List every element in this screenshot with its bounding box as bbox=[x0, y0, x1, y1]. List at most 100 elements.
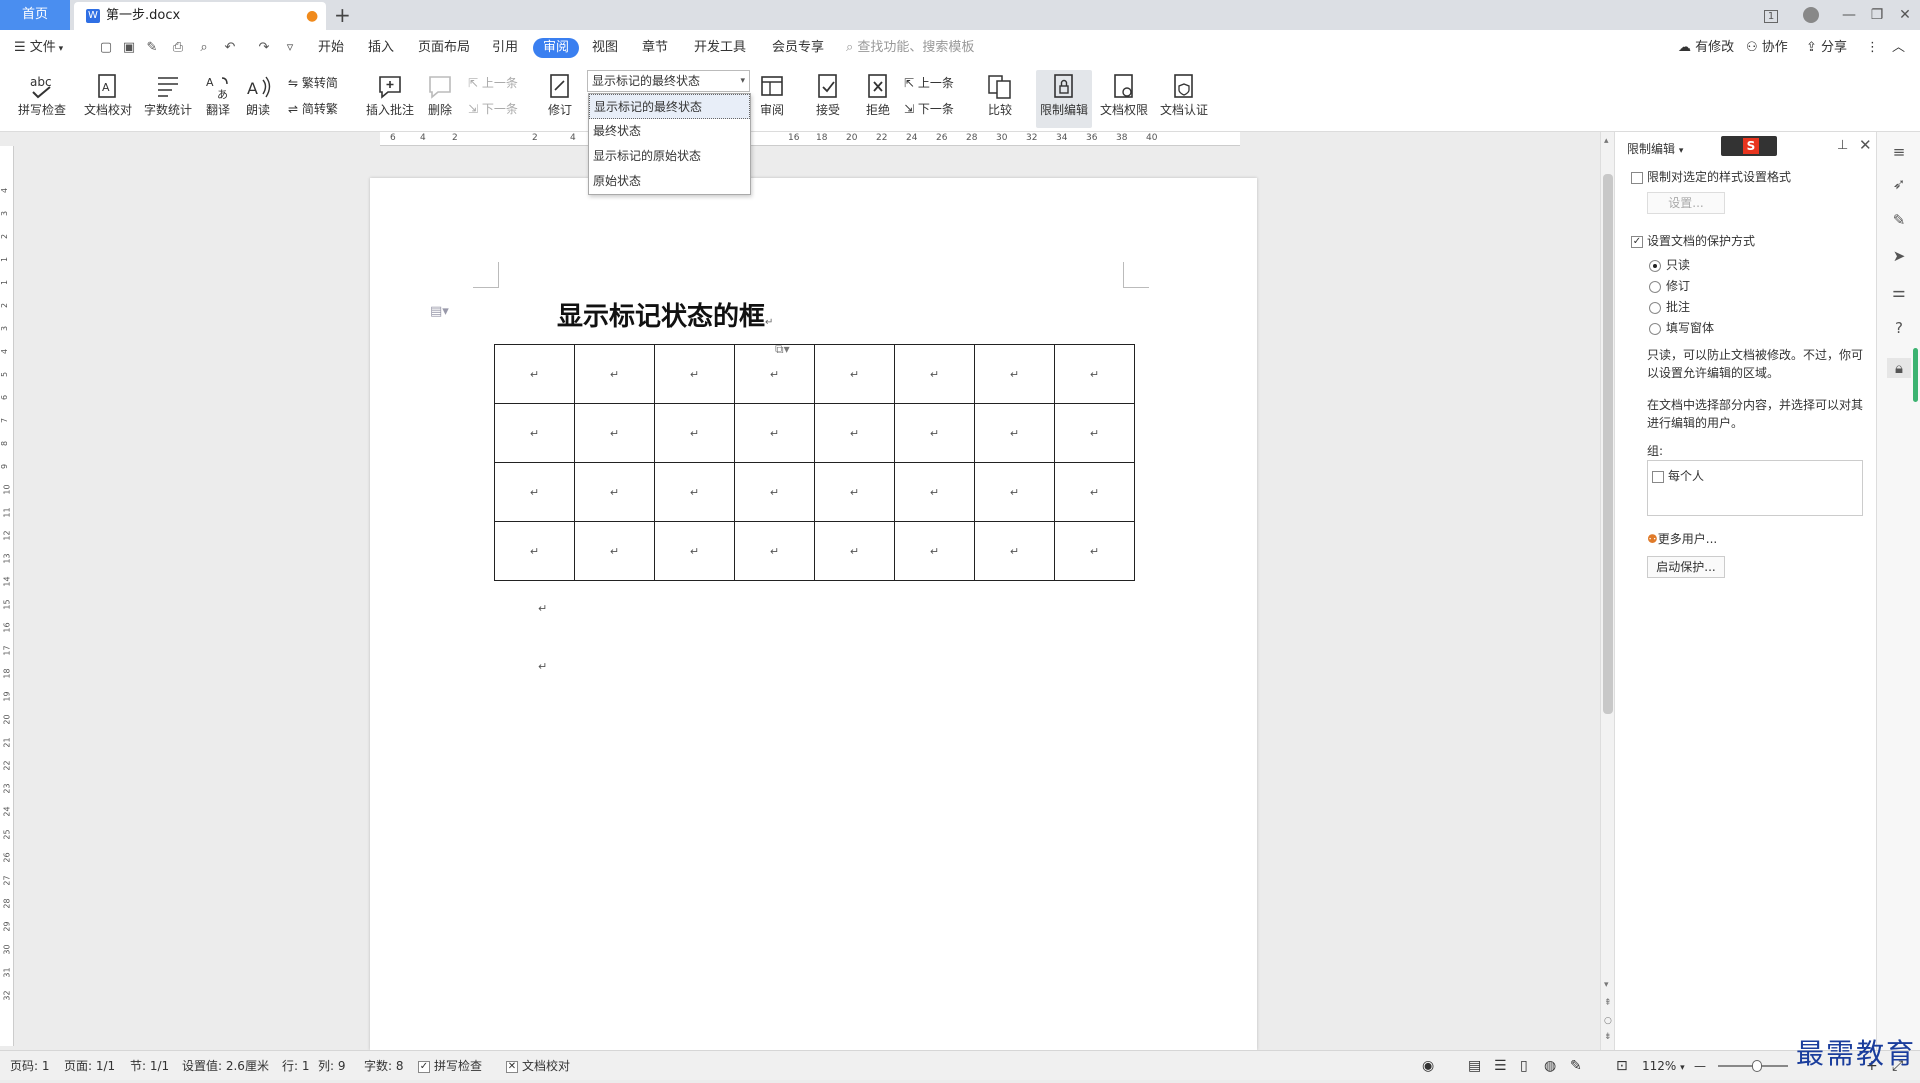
save-icon[interactable]: ▣ bbox=[121, 40, 137, 56]
restrict-edit-button[interactable]: 限制编辑 bbox=[1036, 70, 1092, 128]
reject-button[interactable]: 拒绝 bbox=[858, 70, 898, 128]
prev-page-icon[interactable]: ⇞ bbox=[1604, 998, 1612, 1008]
review-pane-button[interactable]: 审阅 bbox=[752, 70, 792, 128]
status-option-original-markup[interactable]: 显示标记的原始状态 bbox=[589, 144, 750, 169]
input-method-toolbar[interactable]: S bbox=[1721, 136, 1777, 156]
more-icon[interactable]: ⋮ bbox=[1866, 30, 1879, 66]
next-page-icon[interactable]: ⇟ bbox=[1604, 1032, 1612, 1042]
zoom-slider-handle[interactable] bbox=[1751, 1060, 1762, 1072]
table-cell[interactable]: ↵ bbox=[734, 462, 815, 522]
table-cell[interactable]: ↵ bbox=[894, 521, 975, 581]
pen-icon[interactable]: ✎ bbox=[1889, 210, 1909, 230]
has-changes-button[interactable]: ☁ 有修改 bbox=[1678, 30, 1734, 66]
doc-check-status[interactable]: ✕ 文档校对 bbox=[506, 1051, 570, 1081]
status-option-final-markup[interactable]: 显示标记的最终状态 bbox=[589, 94, 750, 119]
zoom-select[interactable]: 112% ▾ bbox=[1642, 1051, 1685, 1083]
table-cell[interactable]: ↵ bbox=[574, 403, 655, 463]
browse-object-icon[interactable]: ○ bbox=[1604, 1016, 1612, 1026]
new-doc-icon[interactable]: ▢ bbox=[98, 40, 114, 56]
vertical-scrollbar[interactable]: ▴ ▾ ⇞ ○ ⇟ bbox=[1600, 132, 1614, 1050]
markup-status-select[interactable]: 显示标记的最终状态 ▾ bbox=[587, 70, 750, 92]
prev-comment-button[interactable]: ⇱ 上一条 bbox=[468, 72, 518, 94]
next-comment-button[interactable]: ⇲ 下一条 bbox=[468, 98, 518, 120]
table-cell[interactable]: ↵ bbox=[1054, 521, 1135, 581]
menu-member[interactable]: 会员专享 bbox=[772, 30, 824, 66]
compare-button[interactable]: 比较 bbox=[980, 70, 1020, 128]
table-cell[interactable]: ↵ bbox=[974, 521, 1055, 581]
menu-developer[interactable]: 开发工具 bbox=[694, 30, 746, 66]
trad-to-simp-button[interactable]: ⇋ 繁转简 bbox=[288, 72, 338, 94]
doc-certify-button[interactable]: 文档认证 bbox=[1156, 70, 1212, 128]
table-cell[interactable]: ↵ bbox=[734, 403, 815, 463]
web-view-icon[interactable]: ◍ bbox=[1544, 1051, 1556, 1081]
start-protect-button[interactable]: 启动保护... bbox=[1647, 556, 1725, 578]
table-cell[interactable]: ↵ bbox=[654, 521, 735, 581]
table-cell[interactable]: ↵ bbox=[974, 462, 1055, 522]
table-cell[interactable]: ↵ bbox=[974, 344, 1055, 404]
menu-lines-icon[interactable]: ≡ bbox=[1889, 142, 1909, 162]
search-box[interactable]: ⌕ 查找功能、搜索模板 bbox=[846, 30, 974, 66]
protect-checkbox[interactable]: ✓ bbox=[1631, 235, 1643, 248]
page-view-icon[interactable]: ▤ bbox=[1468, 1051, 1481, 1081]
table-cell[interactable]: ↵ bbox=[494, 521, 575, 581]
close-icon[interactable]: ✕ bbox=[1859, 136, 1872, 154]
table-cell[interactable]: ↵ bbox=[734, 521, 815, 581]
page-count[interactable]: 页面: 1/1 bbox=[64, 1051, 115, 1081]
horizontal-ruler[interactable]: 6 4 2 2 4 16 18 20 22 24 26 28 30 32 34 36 38 40 bbox=[380, 132, 1240, 146]
pin-icon[interactable]: ⊥ bbox=[1837, 138, 1848, 153]
setting-value[interactable]: 设置值: 2.6厘米 bbox=[182, 1051, 269, 1081]
menu-chapter[interactable]: 章节 bbox=[642, 30, 668, 66]
spell-check-status[interactable]: ✓ 拼写检查 bbox=[418, 1051, 482, 1081]
next-change-button[interactable]: ⇲ 下一条 bbox=[904, 98, 954, 120]
close-window-button[interactable]: ✕ bbox=[1892, 0, 1918, 30]
read-view-icon[interactable]: ▯ bbox=[1520, 1051, 1528, 1081]
limit-format-option[interactable]: 限制对选定的样式设置格式 bbox=[1631, 168, 1791, 185]
doc-check-button[interactable]: A 文档校对 bbox=[80, 70, 136, 128]
table-cell[interactable]: ↵ bbox=[654, 344, 735, 404]
customize-icon[interactable]: ▿ bbox=[282, 40, 298, 56]
table-cell[interactable]: ↵ bbox=[814, 521, 895, 581]
cursor-icon[interactable]: ➤ bbox=[1889, 246, 1909, 266]
table-cell[interactable]: ↵ bbox=[494, 344, 575, 404]
table-cell[interactable]: ↵ bbox=[574, 462, 655, 522]
track-changes-button[interactable]: 修订 bbox=[540, 70, 580, 128]
row-info[interactable]: 行: 1 bbox=[282, 1051, 310, 1081]
rocket-icon[interactable]: ➶ bbox=[1889, 174, 1909, 194]
table-cell[interactable]: ↵ bbox=[574, 344, 655, 404]
accept-button[interactable]: 接受 bbox=[808, 70, 848, 128]
outline-view-icon[interactable]: ☰ bbox=[1494, 1051, 1507, 1081]
eye-protection-icon[interactable]: ◉ bbox=[1422, 1051, 1434, 1081]
status-option-original[interactable]: 原始状态 bbox=[589, 169, 750, 194]
new-tab-button[interactable]: + bbox=[334, 0, 351, 30]
section-info[interactable]: 节: 1/1 bbox=[130, 1051, 169, 1081]
table-cell[interactable]: ↵ bbox=[654, 403, 735, 463]
scroll-down-icon[interactable]: ▾ bbox=[1604, 980, 1609, 990]
menu-insert[interactable]: 插入 bbox=[368, 30, 394, 66]
simp-to-trad-button[interactable]: ⇌ 简转繁 bbox=[288, 98, 338, 120]
more-users-link[interactable]: ⚉更多用户... bbox=[1647, 530, 1717, 547]
radio-fill-form[interactable]: 填写窗体 bbox=[1649, 319, 1714, 336]
protect-option[interactable]: ✓ 设置文档的保护方式 bbox=[1631, 232, 1755, 249]
tab-document[interactable]: W 第一步.docx ● bbox=[74, 2, 326, 30]
minimize-button[interactable]: — bbox=[1836, 0, 1862, 30]
help-icon[interactable]: ? bbox=[1889, 318, 1909, 338]
document-table[interactable]: ↵ ↵ ↵ ↵ ↵ ↵ ↵ ↵ ↵ ↵ ↵ ↵ ↵ ↵ ↵ ↵ ↵ ↵ ↵ ↵ ↵ ↵ ↵ ↵ ↵ ↵ ↵ ↵ ↵ ↵ ↵ ↵ bbox=[494, 344, 1135, 581]
page-number[interactable]: 页码: 1 bbox=[10, 1051, 50, 1081]
lock-icon[interactable]: 🔒︎ bbox=[1887, 358, 1911, 378]
insert-comment-button[interactable]: 插入批注 bbox=[362, 70, 418, 128]
everyone-checkbox[interactable] bbox=[1652, 470, 1664, 483]
radio-button[interactable] bbox=[1649, 301, 1661, 314]
menu-view[interactable]: 视图 bbox=[592, 30, 618, 66]
table-cell[interactable]: ↵ bbox=[494, 462, 575, 522]
delete-comment-button[interactable]: 删除 bbox=[420, 70, 460, 128]
word-count-status[interactable]: 字数: 8 bbox=[364, 1051, 404, 1081]
doc-permission-button[interactable]: 文档权限 bbox=[1096, 70, 1152, 128]
table-cell[interactable]: ↵ bbox=[494, 403, 575, 463]
share-button[interactable]: ⇪ 分享 bbox=[1806, 30, 1847, 66]
collapse-ribbon-icon[interactable]: ︿ bbox=[1892, 30, 1905, 66]
file-menu[interactable]: ☰ 文件 ▾ bbox=[14, 30, 63, 67]
spell-check-button[interactable]: abc 拼写检查 bbox=[12, 70, 72, 128]
everyone-option[interactable]: 每个人 bbox=[1652, 467, 1704, 484]
table-cell[interactable]: ↵ bbox=[894, 403, 975, 463]
menu-page-layout[interactable]: 页面布局 bbox=[418, 30, 470, 66]
